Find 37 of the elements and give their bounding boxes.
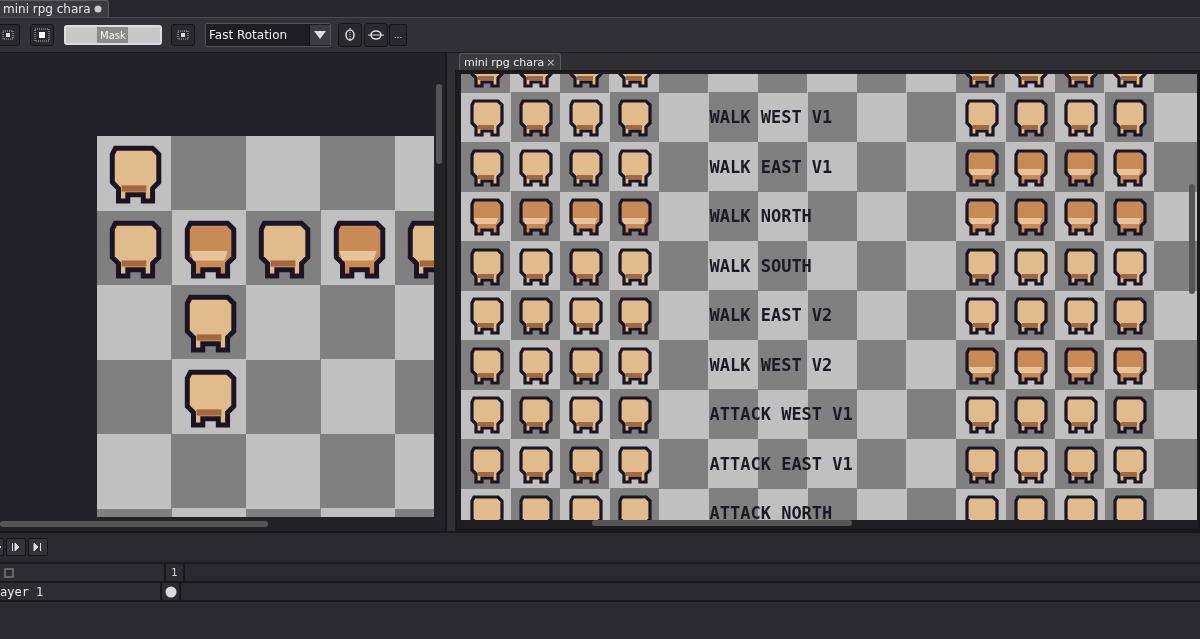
scrollbar[interactable] [0,521,268,527]
last-frame-icon [33,543,43,551]
scrollbar[interactable] [1189,184,1195,294]
cel-dot-icon [164,585,177,598]
selection-mode-button[interactable] [30,24,54,46]
dropdown-arrow-icon [314,31,326,39]
last-frame-button[interactable] [28,538,48,556]
pivot-button[interactable] [338,23,362,47]
dotted-square-icon [34,28,50,42]
sprite-canvas[interactable] [97,136,434,517]
dotted-square-icon [175,28,191,42]
scrollbar[interactable] [436,84,442,164]
cel-cell[interactable] [162,583,181,600]
square-icon [4,567,14,578]
dropdown-value: Fast Rotation [208,28,289,42]
more-button[interactable]: ... [389,24,407,46]
animation-label: WALK NORTH [708,205,813,229]
transparent-color-button[interactable] [171,24,195,46]
animation-label: WALK WEST V2 [708,353,834,377]
layer-name[interactable]: ayer 1 [0,583,162,600]
animation-label: WALK WEST V1 [708,106,834,130]
animation-label: WALK EAST V1 [708,155,834,179]
pivot-icon [342,28,358,42]
tab-title: mini rpg chara [464,55,545,69]
rotation-dropdown[interactable]: Fast Rotation [205,23,331,47]
dotted-square-icon [0,28,16,42]
next-frame-button[interactable] [6,538,26,556]
document-tab[interactable]: mini rpg chara [0,0,109,17]
tab-title: mini rpg chara [3,2,91,16]
scrollbar[interactable] [592,520,852,526]
editor-tab[interactable]: mini rpg chara × [459,53,561,70]
next-frame-icon [11,543,21,551]
close-button[interactable]: × [546,55,556,69]
animation-label: WALK EAST V2 [708,304,834,328]
selection-mode-button[interactable] [0,24,20,46]
pivot-button[interactable] [364,23,388,47]
pivot-icon [368,28,384,42]
